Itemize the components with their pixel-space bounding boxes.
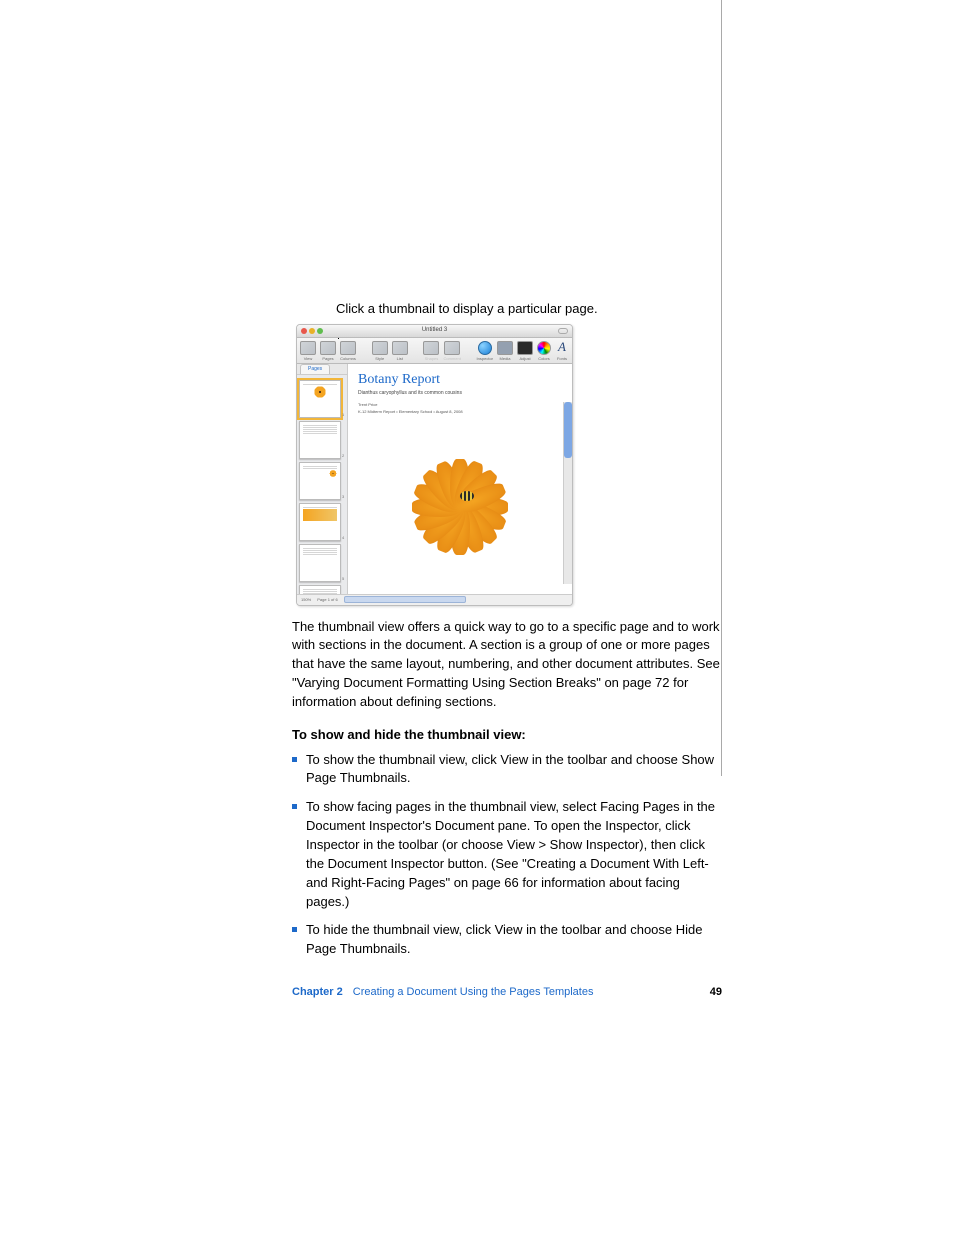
chapter-title: Creating a Document Using the Pages Temp…: [353, 985, 594, 1001]
procedure-heading: To show and hide the thumbnail view:: [292, 726, 722, 745]
toolbar-list[interactable]: List: [392, 341, 408, 362]
toolbar-media[interactable]: Media: [497, 341, 513, 362]
toolbar: View Pages Columns Style List Shapes Com…: [297, 338, 572, 364]
document-subtitle: Dianthus caryophyllus and its common cou…: [358, 390, 562, 397]
flower-image: [390, 427, 530, 567]
chapter-label: Chapter 2: [292, 985, 343, 1001]
list-item: To hide the thumbnail view, click View i…: [292, 921, 722, 959]
thumbnail-page[interactable]: 1: [299, 380, 345, 418]
thumbnail-sidebar: Pages 1 2 3 4 5 6: [297, 364, 348, 594]
page-footer: Chapter 2 Creating a Document Using the …: [292, 985, 722, 1001]
document-author: Trent Price: [358, 402, 562, 408]
toolbar-style[interactable]: Style: [372, 341, 388, 362]
document-context: K-12 Midterm Report • Elementary School …: [358, 409, 562, 415]
toolbar-view[interactable]: View: [300, 341, 316, 362]
thumbnail-page[interactable]: 2: [299, 421, 345, 459]
thumbnail-page[interactable]: 3: [299, 462, 345, 500]
zoom-level[interactable]: 150%: [301, 597, 311, 603]
figure-callout: Click a thumbnail to display a particula…: [336, 300, 722, 318]
list-item: To show facing pages in the thumbnail vi…: [292, 798, 722, 911]
toolbar-comment[interactable]: Comment: [443, 341, 460, 362]
vertical-scrollbar[interactable]: [563, 402, 572, 584]
thumbnail-page[interactable]: 4: [299, 503, 345, 541]
toolbar-adjust[interactable]: Adjust: [517, 341, 533, 362]
page-indicator: Page 1 of 6: [317, 597, 337, 603]
toolbar-inspector[interactable]: Inspector: [477, 341, 493, 362]
body-paragraph: The thumbnail view offers a quick way to…: [292, 618, 722, 712]
app-screenshot: Untitled 3 View Pages Columns Style List…: [296, 324, 573, 606]
sidebar-tab-pages[interactable]: Pages: [300, 364, 330, 374]
page-number: 49: [710, 985, 722, 1001]
document-canvas[interactable]: Botany Report Dianthus caryophyllus and …: [348, 364, 572, 594]
thumbnail-page[interactable]: 6: [299, 585, 345, 594]
toolbar-colors[interactable]: Colors: [537, 341, 551, 362]
window-title: Untitled 3: [297, 326, 572, 335]
toolbar-pages[interactable]: Pages: [320, 341, 336, 362]
status-bar: 150% Page 1 of 6: [297, 594, 572, 605]
toolbar-fonts[interactable]: AFonts: [555, 341, 569, 362]
procedure-list: To show the thumbnail view, click View i…: [292, 751, 722, 959]
horizontal-scrollbar[interactable]: [344, 596, 466, 603]
document-title: Botany Report: [358, 370, 562, 390]
window-titlebar: Untitled 3: [297, 325, 572, 338]
thumbnail-page[interactable]: 5: [299, 544, 345, 582]
toolbar-shapes[interactable]: Shapes: [423, 341, 439, 362]
list-item: To show the thumbnail view, click View i…: [292, 751, 722, 789]
right-margin-rule: [721, 0, 722, 776]
toolbar-columns[interactable]: Columns: [340, 341, 356, 362]
